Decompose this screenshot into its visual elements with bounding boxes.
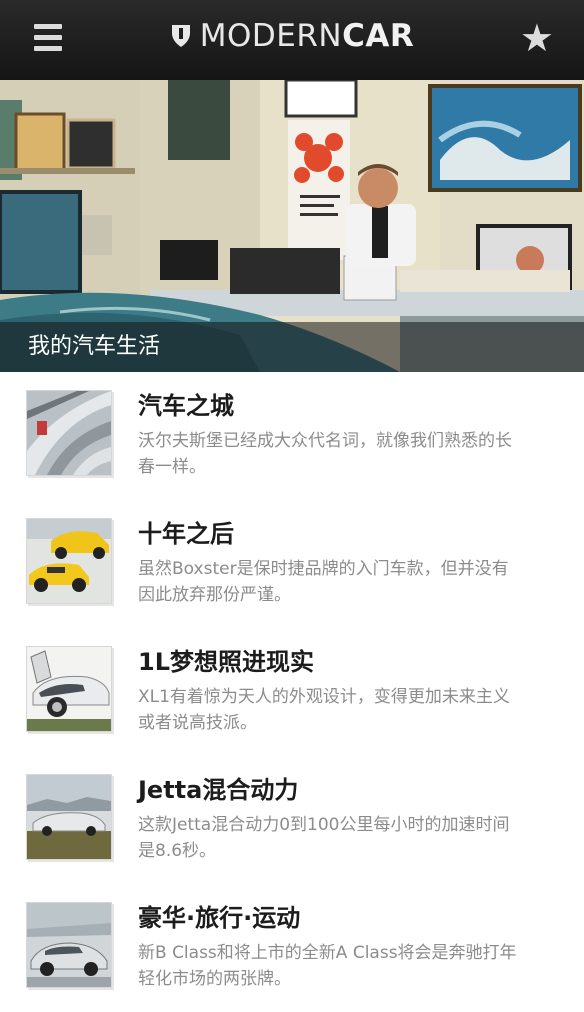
article-description: 新B Class和将上市的全新A Class将会是奔驰打年轻化市场的两张牌。 (138, 943, 517, 989)
article-description: 沃尔夫斯堡已经成大众代名词，就像我们熟悉的长春一样。 (138, 431, 512, 477)
article-description: 虽然Boxster是保时捷品牌的入门车款，但并没有因此放弃那份严谨。 (138, 559, 509, 605)
top-bar: MODERNCAR ★ (0, 0, 584, 80)
article-item-4[interactable]: Jetta混合动力 这款Jetta混合动力0到100公里每小时的加速时间是8.6… (0, 756, 584, 884)
article-thumbnail (26, 390, 112, 476)
article-title: 1L梦想照进现实 (138, 648, 314, 676)
article-thumbnail (26, 646, 112, 732)
article-item-1[interactable]: 汽车之城 沃尔夫斯堡已经成大众代名词，就像我们熟悉的长春一样。 (0, 372, 584, 500)
article-title: 豪华·旅行·运动 (138, 904, 301, 932)
star-icon[interactable]: ★ (520, 18, 554, 58)
article-item-2[interactable]: 十年之后 虽然Boxster是保时捷品牌的入门车款，但并没有因此放弃那份严谨。 (0, 500, 584, 628)
hero-banner[interactable]: 我的汽车生活 (0, 80, 584, 372)
article-thumbnail (26, 774, 112, 860)
app-logo: MODERNCAR (0, 18, 584, 54)
article-item-5[interactable]: 豪华·旅行·运动 新B Class和将上市的全新A Class将会是奔驰打年轻化… (0, 884, 584, 1012)
hero-caption: 我的汽车生活 (0, 322, 584, 372)
logo-mark-icon (171, 25, 190, 47)
article-title: 汽车之城 (138, 392, 234, 420)
article-thumbnail (26, 902, 112, 988)
article-description: 这款Jetta混合动力0到100公里每小时的加速时间是8.6秒。 (138, 815, 510, 861)
brand-name-modern: MODERN (199, 18, 343, 54)
article-thumbnail (26, 518, 112, 604)
article-description: XL1有着惊为天人的外观设计，变得更加未来主义或者说高技派。 (138, 687, 510, 733)
article-title: Jetta混合动力 (138, 776, 299, 804)
article-item-3[interactable]: 1L梦想照进现实 XL1有着惊为天人的外观设计，变得更加未来主义或者说高技派。 (0, 628, 584, 756)
brand-name-car: CAR (342, 18, 415, 54)
article-title: 十年之后 (138, 520, 234, 548)
